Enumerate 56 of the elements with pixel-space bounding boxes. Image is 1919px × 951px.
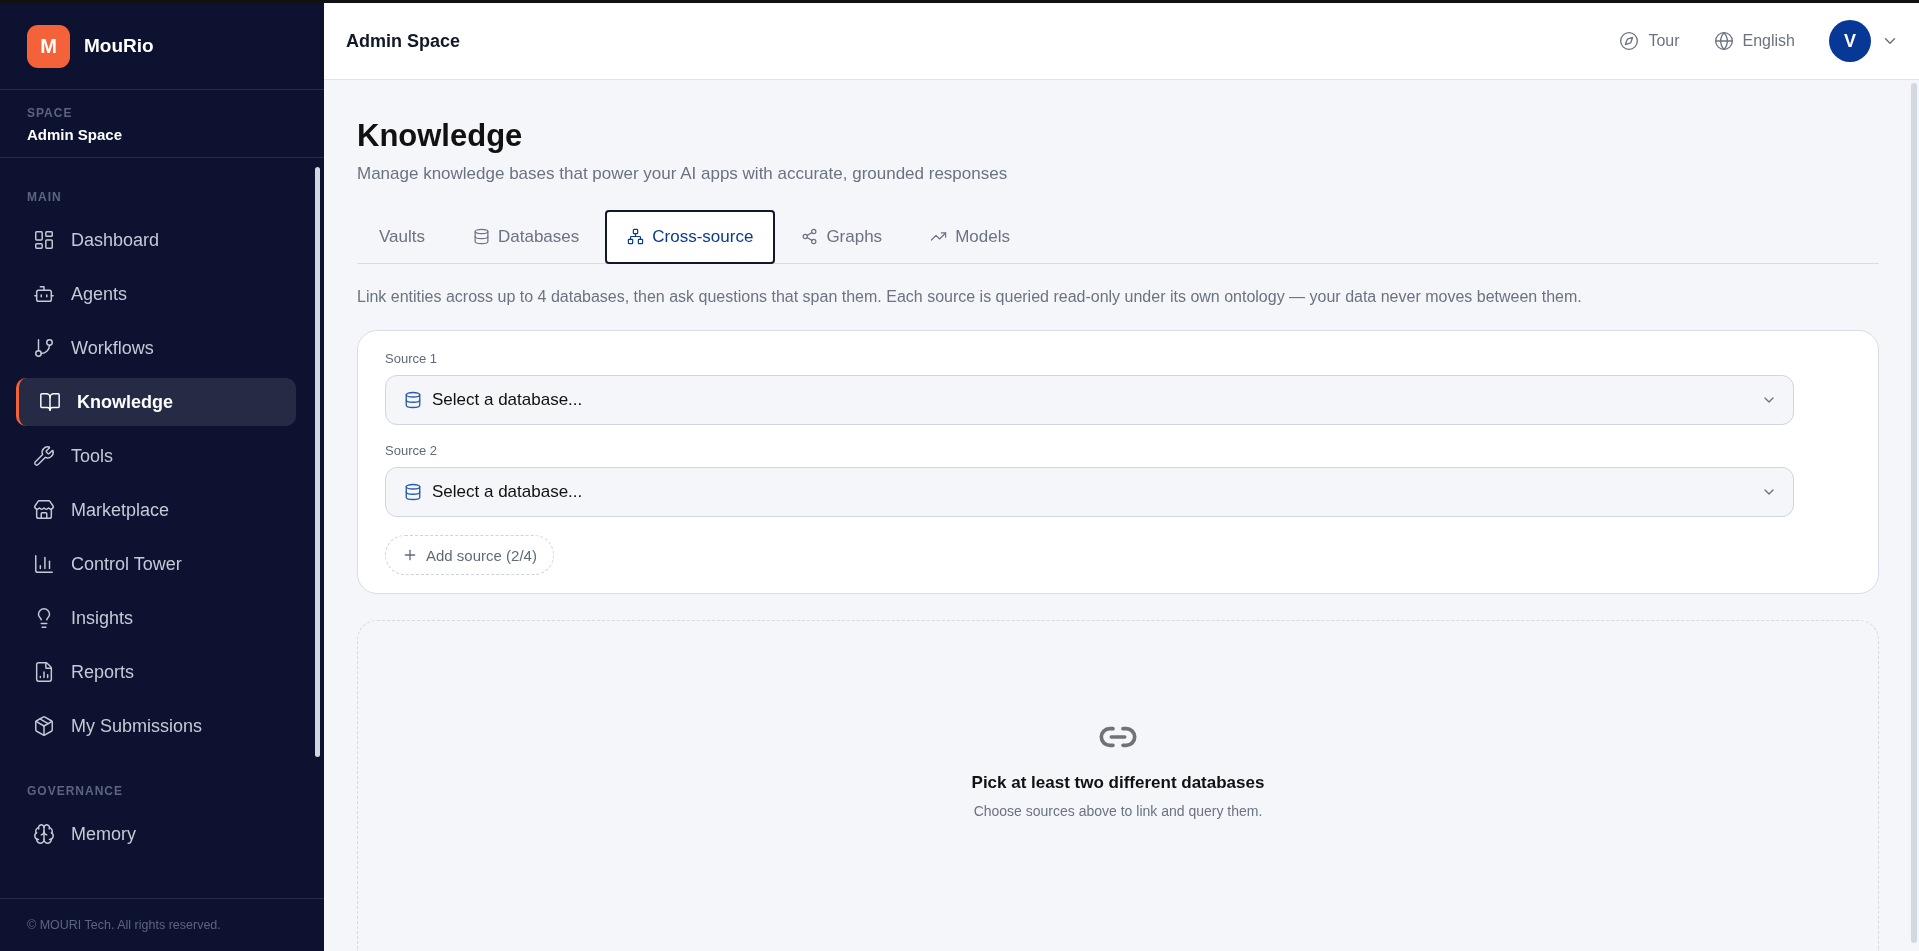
nav-item[interactable]: Insights bbox=[16, 594, 296, 642]
source-label: Source 1 bbox=[385, 351, 439, 366]
tab[interactable]: Cross-source bbox=[605, 209, 776, 264]
book-icon bbox=[39, 391, 61, 413]
space-label: SPACE bbox=[27, 106, 74, 120]
tab[interactable]: Models bbox=[908, 209, 1032, 264]
database-icon bbox=[404, 483, 422, 501]
database-select[interactable]: Select a database... bbox=[385, 375, 1794, 425]
bar-chart-icon bbox=[33, 553, 55, 575]
header-title: Admin Space bbox=[346, 30, 462, 52]
empty-title: Pick at least two different databases bbox=[971, 773, 1265, 793]
nav-item[interactable]: Dashboard bbox=[16, 216, 296, 264]
nav-item[interactable]: Knowledge bbox=[16, 378, 296, 426]
plus-icon bbox=[402, 547, 418, 563]
section-title: MAIN bbox=[26, 190, 63, 204]
tab[interactable]: Vaults bbox=[357, 209, 447, 264]
nav-item[interactable]: Workflows bbox=[16, 324, 296, 372]
nav-item[interactable]: Reports bbox=[16, 648, 296, 696]
page-subtitle: Manage knowledge bases that power your AI apps with accurate, grounded responses bbox=[357, 164, 1009, 184]
nav-item[interactable]: Control Tower bbox=[16, 540, 296, 588]
store-icon bbox=[33, 499, 55, 521]
nav-item[interactable]: My Submissions bbox=[16, 702, 296, 750]
copyright-text: © MOURI Tech. All rights reserved. bbox=[27, 918, 221, 932]
description: Link entities across up to 4 databases, then ask questions that span them. Each source is queried read-only under its own ontology — your data never moves between them. bbox=[357, 288, 1583, 306]
brand-name: MouRio bbox=[84, 35, 154, 57]
scrollbar[interactable] bbox=[1911, 83, 1917, 943]
compass-icon bbox=[1619, 31, 1640, 51]
nav-item[interactable]: Agents bbox=[16, 270, 296, 318]
source-label: Source 2 bbox=[385, 443, 439, 458]
empty-text: Choose sources above to link and query them. bbox=[973, 803, 1263, 819]
tab[interactable]: Graphs bbox=[779, 209, 905, 264]
avatar[interactable]: V bbox=[1829, 20, 1871, 62]
logo: M bbox=[27, 24, 70, 68]
database-select[interactable]: Select a database... bbox=[385, 467, 1794, 517]
language-button[interactable]: English bbox=[1713, 31, 1795, 51]
report-icon bbox=[33, 661, 55, 683]
scrollbar[interactable] bbox=[315, 167, 320, 757]
robot-icon bbox=[33, 283, 55, 305]
package-icon bbox=[33, 715, 55, 737]
tour-button[interactable]: Tour bbox=[1619, 31, 1680, 51]
nav-item[interactable]: Memory bbox=[16, 810, 296, 858]
page-title: Knowledge bbox=[357, 118, 524, 154]
grid-icon bbox=[33, 229, 55, 251]
share-icon bbox=[801, 228, 819, 245]
hierarchy-icon bbox=[627, 228, 645, 245]
wrench-icon bbox=[33, 445, 55, 467]
database-icon bbox=[404, 391, 422, 409]
database-icon bbox=[473, 228, 490, 245]
brain-icon bbox=[33, 823, 55, 845]
nav-item[interactable]: Marketplace bbox=[16, 486, 296, 534]
branch-icon bbox=[33, 337, 55, 359]
nav-item[interactable]: Tools bbox=[16, 432, 296, 480]
section-title: GOVERNANCE bbox=[26, 784, 124, 798]
space-name: Admin Space bbox=[27, 126, 124, 143]
globe-icon bbox=[1713, 31, 1734, 51]
tab[interactable]: Databases bbox=[451, 209, 602, 264]
